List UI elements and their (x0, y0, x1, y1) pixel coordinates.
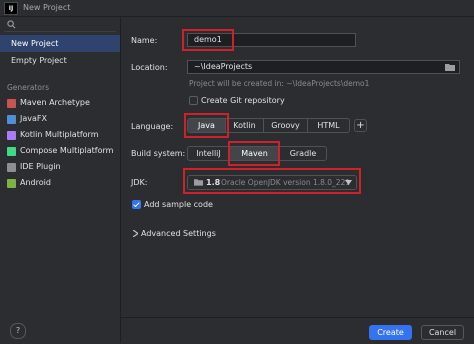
compose-icon (7, 147, 16, 156)
generator-label: Kotlin Multiplatform (20, 130, 99, 139)
jdk-dropdown[interactable]: 1.8 Oracle OpenJDK version 1.8.0_221 (187, 175, 357, 190)
cancel-button[interactable]: Cancel (421, 325, 464, 340)
jdk-folder-icon (194, 179, 203, 186)
build-system-selector: IntelliJ Maven Gradle (187, 146, 327, 161)
language-selector: Java Kotlin Groovy HTML (187, 118, 350, 133)
generator-label: IDE Plugin (20, 162, 61, 171)
build-option-maven[interactable]: Maven (230, 147, 280, 160)
create-button[interactable]: Create (369, 325, 412, 340)
search-input[interactable] (4, 18, 116, 32)
generator-label: Compose Multiplatform (20, 146, 114, 155)
generator-compose-multiplatform[interactable]: Compose Multiplatform (0, 143, 120, 159)
create-git-label: Create Git repository (201, 96, 285, 105)
android-icon (7, 179, 16, 188)
build-option-intellij[interactable]: IntelliJ (188, 147, 230, 160)
generator-maven-archetype[interactable]: Maven Archetype (0, 95, 120, 111)
maven-icon (7, 99, 16, 108)
advanced-settings-toggle[interactable]: Advanced Settings (141, 229, 216, 238)
name-label: Name: (131, 36, 158, 45)
language-option-groovy[interactable]: Groovy (264, 119, 308, 132)
nav-item-empty-project[interactable]: Empty Project (0, 52, 120, 69)
chevron-down-icon (345, 180, 352, 185)
language-option-html[interactable]: HTML (308, 119, 349, 132)
generators-header: Generators (7, 83, 49, 92)
generator-label: Maven Archetype (20, 98, 90, 107)
name-field[interactable]: demo1 (187, 33, 356, 47)
jdk-version: 1.8 (206, 178, 221, 187)
add-sample-code-checkbox[interactable] (132, 200, 141, 209)
language-option-java[interactable]: Java (188, 119, 226, 132)
intellij-logo-icon: IJ (4, 2, 18, 15)
window-title: New Project (23, 3, 71, 12)
chevron-right-icon[interactable] (133, 230, 138, 237)
generator-javafx[interactable]: JavaFX (0, 111, 120, 127)
jdk-name: Oracle OpenJDK version 1.8.0_221 (221, 178, 351, 187)
generator-ide-plugin[interactable]: IDE Plugin (0, 159, 120, 175)
jdk-label: JDK: (131, 178, 148, 187)
help-button[interactable]: ? (10, 323, 26, 339)
location-label: Location: (131, 63, 168, 72)
folder-icon[interactable] (445, 63, 455, 71)
nav-item-new-project[interactable]: New Project (0, 35, 120, 52)
sidebar: New Project Empty Project Generators Mav… (0, 17, 121, 343)
javafx-icon (7, 115, 16, 124)
add-language-button[interactable]: + (354, 119, 367, 132)
language-label: Language: (131, 122, 174, 131)
plugin-icon (7, 163, 16, 172)
location-hint: Project will be created in: ~\IdeaProjec… (189, 79, 370, 88)
title-bar: IJ New Project (0, 0, 474, 17)
dialog-footer: Create Cancel (121, 317, 474, 344)
language-option-kotlin[interactable]: Kotlin (226, 119, 264, 132)
generator-label: Android (20, 178, 51, 187)
location-value: ~\IdeaProjects (194, 62, 253, 71)
generator-label: JavaFX (20, 114, 47, 123)
add-sample-code-label: Add sample code (144, 200, 213, 209)
build-option-gradle[interactable]: Gradle (280, 147, 326, 160)
search-icon (7, 20, 16, 29)
new-project-form: Name: demo1 Location: ~\IdeaProjects Pro… (121, 17, 474, 343)
location-field[interactable]: ~\IdeaProjects (187, 60, 460, 74)
generator-android[interactable]: Android (0, 175, 120, 191)
build-system-label: Build system: (131, 149, 186, 158)
create-git-checkbox[interactable] (189, 96, 198, 105)
kotlin-icon (7, 131, 16, 140)
generator-kotlin-multiplatform[interactable]: Kotlin Multiplatform (0, 127, 120, 143)
